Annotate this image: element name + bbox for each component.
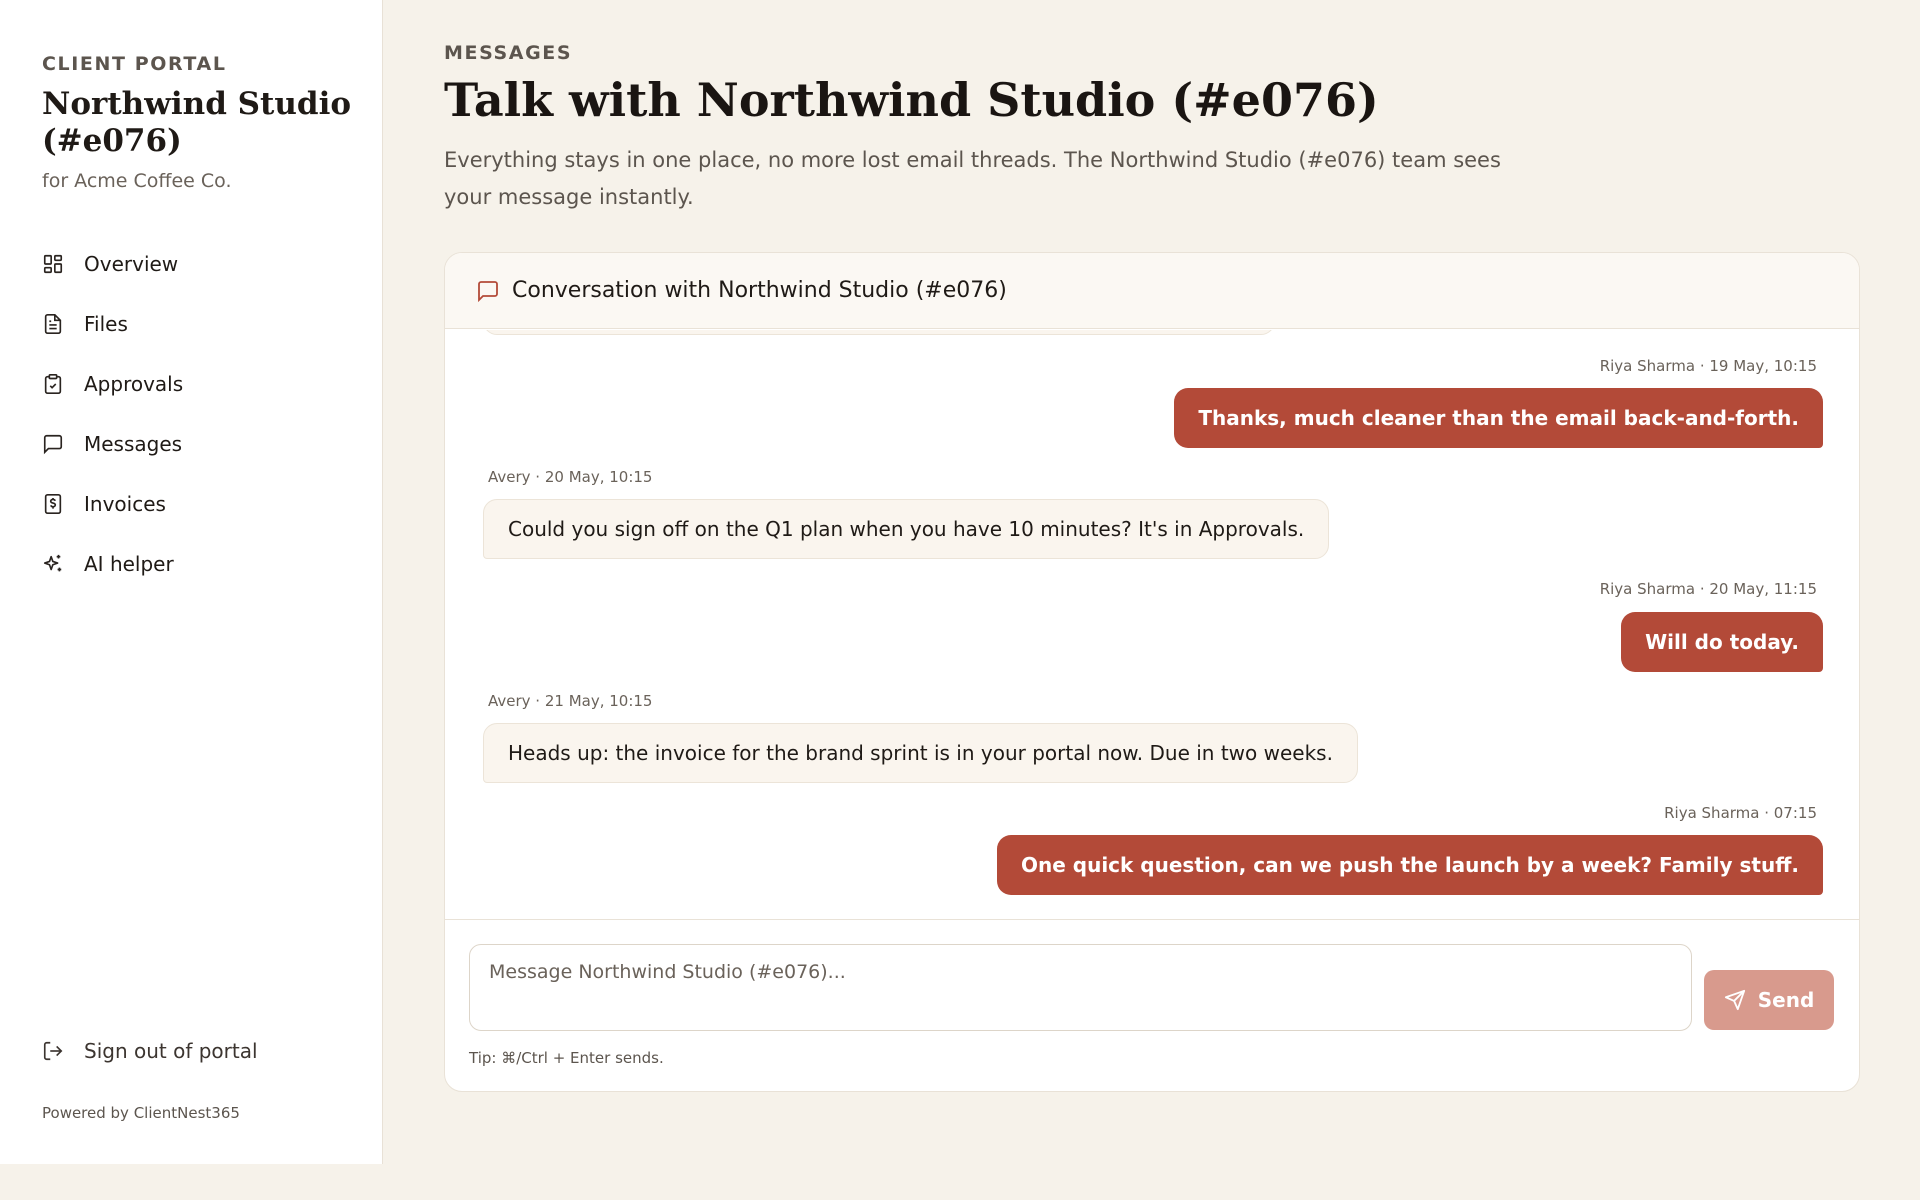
message-bubble-incoming: Heads up: the invoice for the brand spri… xyxy=(483,723,1358,783)
sidebar-item-label: AI helper xyxy=(84,552,174,576)
sidebar-item-messages[interactable]: Messages xyxy=(42,429,183,459)
powered-by: Powered by ClientNest365 xyxy=(42,1104,240,1122)
sidebar-item-label: Invoices xyxy=(84,492,166,516)
sidebar-item-files[interactable]: Files xyxy=(42,309,183,339)
sign-out-icon xyxy=(42,1040,64,1062)
message-bubble-incoming: Could you sign off on the Q1 plan when y… xyxy=(483,499,1330,559)
message-list[interactable]: Riya Sharma · 19 May, 10:15 Thanks, much… xyxy=(445,330,1859,919)
sidebar: CLIENT PORTAL Northwind Studio (#e076) f… xyxy=(0,0,383,1164)
clipboard-check-icon xyxy=(42,373,64,395)
message-meta: Avery · 20 May, 10:15 xyxy=(488,468,653,486)
sidebar-item-overview[interactable]: Overview xyxy=(42,249,183,279)
message-thread: Riya Sharma · 19 May, 10:15 Thanks, much… xyxy=(445,330,1859,1091)
message-bubble-outgoing: One quick question, can we push the laun… xyxy=(997,835,1823,895)
studio-name: Northwind Studio (#e076) xyxy=(42,86,352,159)
sidebar-nav: Overview Files Approvals Messages Invoic… xyxy=(42,249,183,609)
sidebar-item-label: Overview xyxy=(84,252,179,276)
message-bubble-partial xyxy=(483,330,1275,335)
conversation-card: Conversation with Northwind Studio (#e07… xyxy=(444,252,1860,1092)
message-bubble-outgoing: Thanks, much cleaner than the email back… xyxy=(1174,388,1823,448)
send-label: Send xyxy=(1757,988,1815,1012)
sidebar-item-invoices[interactable]: Invoices xyxy=(42,489,183,519)
page-title: Talk with Northwind Studio (#e076) xyxy=(444,73,1379,127)
sign-out-label: Sign out of portal xyxy=(84,1039,258,1063)
message-bubble-outgoing: Will do today. xyxy=(1621,612,1823,672)
file-icon xyxy=(42,313,64,335)
message-composer: Send Tip: ⌘/Ctrl + Enter sends. xyxy=(445,919,1859,1091)
message-meta: Riya Sharma · 19 May, 10:15 xyxy=(1599,357,1817,375)
grid-icon xyxy=(42,253,64,275)
sparkles-icon xyxy=(42,553,64,575)
send-button[interactable]: Send xyxy=(1704,970,1834,1030)
sidebar-item-ai-helper[interactable]: AI helper xyxy=(42,549,183,579)
invoice-dollar-icon xyxy=(42,493,64,515)
message-meta: Riya Sharma · 07:15 xyxy=(1664,804,1817,822)
sidebar-item-label: Messages xyxy=(84,432,183,456)
sidebar-item-label: Files xyxy=(84,312,128,336)
client-name: for Acme Coffee Co. xyxy=(42,170,232,192)
send-icon xyxy=(1724,989,1746,1011)
page-description: Everything stays in one place, no more l… xyxy=(444,148,1501,209)
portal-eyebrow: CLIENT PORTAL xyxy=(42,53,227,75)
message-icon xyxy=(476,279,500,303)
conversation-title: Conversation with Northwind Studio (#e07… xyxy=(512,278,1007,303)
composer-tip: Tip: ⌘/Ctrl + Enter sends. xyxy=(469,1049,664,1067)
conversation-header: Conversation with Northwind Studio (#e07… xyxy=(445,253,1859,329)
sidebar-item-label: Approvals xyxy=(84,372,184,396)
message-input[interactable] xyxy=(469,944,1692,1031)
page-eyebrow: MESSAGES xyxy=(444,42,573,64)
message-meta: Riya Sharma · 20 May, 11:15 xyxy=(1599,580,1817,598)
message-meta: Avery · 21 May, 10:15 xyxy=(488,692,653,710)
sign-out-link[interactable]: Sign out of portal xyxy=(42,1037,258,1065)
sidebar-item-approvals[interactable]: Approvals xyxy=(42,369,183,399)
message-icon xyxy=(42,433,64,455)
